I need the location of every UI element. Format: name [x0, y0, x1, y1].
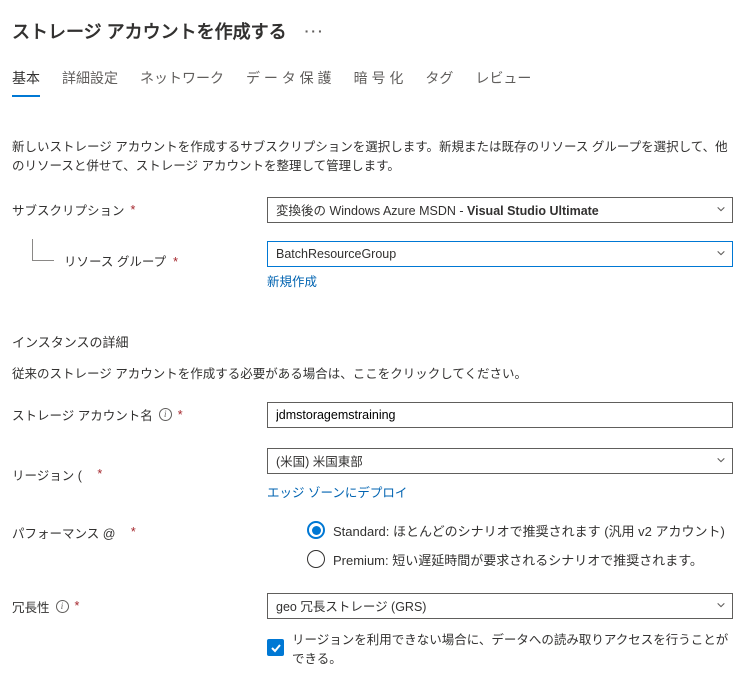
subscription-label: サブスクリプション* — [12, 200, 267, 219]
chevron-down-icon — [716, 203, 726, 217]
tab-encryption[interactable]: 暗 号 化 — [354, 68, 404, 96]
performance-label: パフォーマンス @ * — [12, 521, 267, 542]
redundancy-label: 冗長性 i * — [12, 593, 267, 616]
account-name-input-wrapper — [267, 402, 733, 428]
required-marker: * — [75, 599, 80, 613]
tab-basic[interactable]: 基本 — [12, 68, 40, 96]
edge-zone-deploy-link[interactable]: エッジ ゾーンにデプロイ — [267, 486, 407, 500]
more-actions-icon[interactable]: ··· — [305, 23, 325, 39]
account-name-label: ストレージ アカウント名 i * — [12, 405, 267, 424]
region-dropdown[interactable]: (米国) 米国東部 — [267, 448, 733, 474]
tab-data-protection[interactable]: デ ー タ 保 護 — [246, 68, 332, 96]
read-access-checkbox[interactable] — [267, 639, 284, 656]
check-icon — [270, 642, 282, 654]
radio-selected-icon — [307, 521, 325, 539]
performance-radio-premium[interactable]: Premium: 短い遅延時間が要求されるシナリオで推奨されます。 — [307, 550, 733, 569]
required-marker: * — [131, 525, 136, 539]
tab-bar: 基本 詳細設定 ネットワーク デ ー タ 保 護 暗 号 化 タグ レビュー — [12, 68, 733, 96]
required-marker: * — [173, 255, 178, 269]
chevron-down-icon — [716, 247, 726, 261]
tab-network[interactable]: ネットワーク — [140, 68, 224, 96]
required-marker: * — [131, 203, 136, 217]
intro-text: 新しいストレージ アカウントを作成するサブスクリプションを選択します。新規または… — [12, 138, 733, 177]
tab-advanced[interactable]: 詳細設定 — [62, 68, 118, 96]
performance-radio-standard[interactable]: Standard: ほとんどのシナリオで推奨されます (汎用 v2 アカウント) — [307, 521, 733, 540]
subscription-dropdown[interactable]: 変換後の Windows Azure MSDN - Visual Studio … — [267, 197, 733, 223]
resource-group-dropdown[interactable]: BatchResourceGroup — [267, 241, 733, 267]
required-marker: * — [178, 408, 183, 422]
chevron-down-icon — [716, 599, 726, 613]
tree-branch-line — [32, 239, 54, 261]
required-marker: * — [97, 467, 102, 481]
region-label: リージョン ( * — [12, 465, 267, 484]
account-name-input[interactable] — [276, 403, 710, 427]
read-access-checkbox-label: リージョンを利用できない場合に、データへの読み取りアクセスを行うことができる。 — [292, 629, 733, 667]
info-icon[interactable]: i — [56, 600, 69, 613]
info-icon[interactable]: i — [159, 408, 172, 421]
radio-unselected-icon — [307, 550, 325, 568]
page-title: ストレージ アカウントを作成する — [12, 18, 287, 44]
tab-tags[interactable]: タグ — [425, 68, 453, 96]
instance-details-subtext: 従来のストレージ アカウントを作成する必要がある場合は、ここをクリックしてくださ… — [12, 363, 733, 382]
create-new-resource-group-link[interactable]: 新規作成 — [267, 275, 317, 289]
tab-review[interactable]: レビュー — [475, 68, 531, 96]
instance-details-heading: インスタンスの詳細 — [12, 332, 733, 351]
redundancy-dropdown[interactable]: geo 冗長ストレージ (GRS) — [267, 593, 733, 619]
chevron-down-icon — [716, 454, 726, 468]
